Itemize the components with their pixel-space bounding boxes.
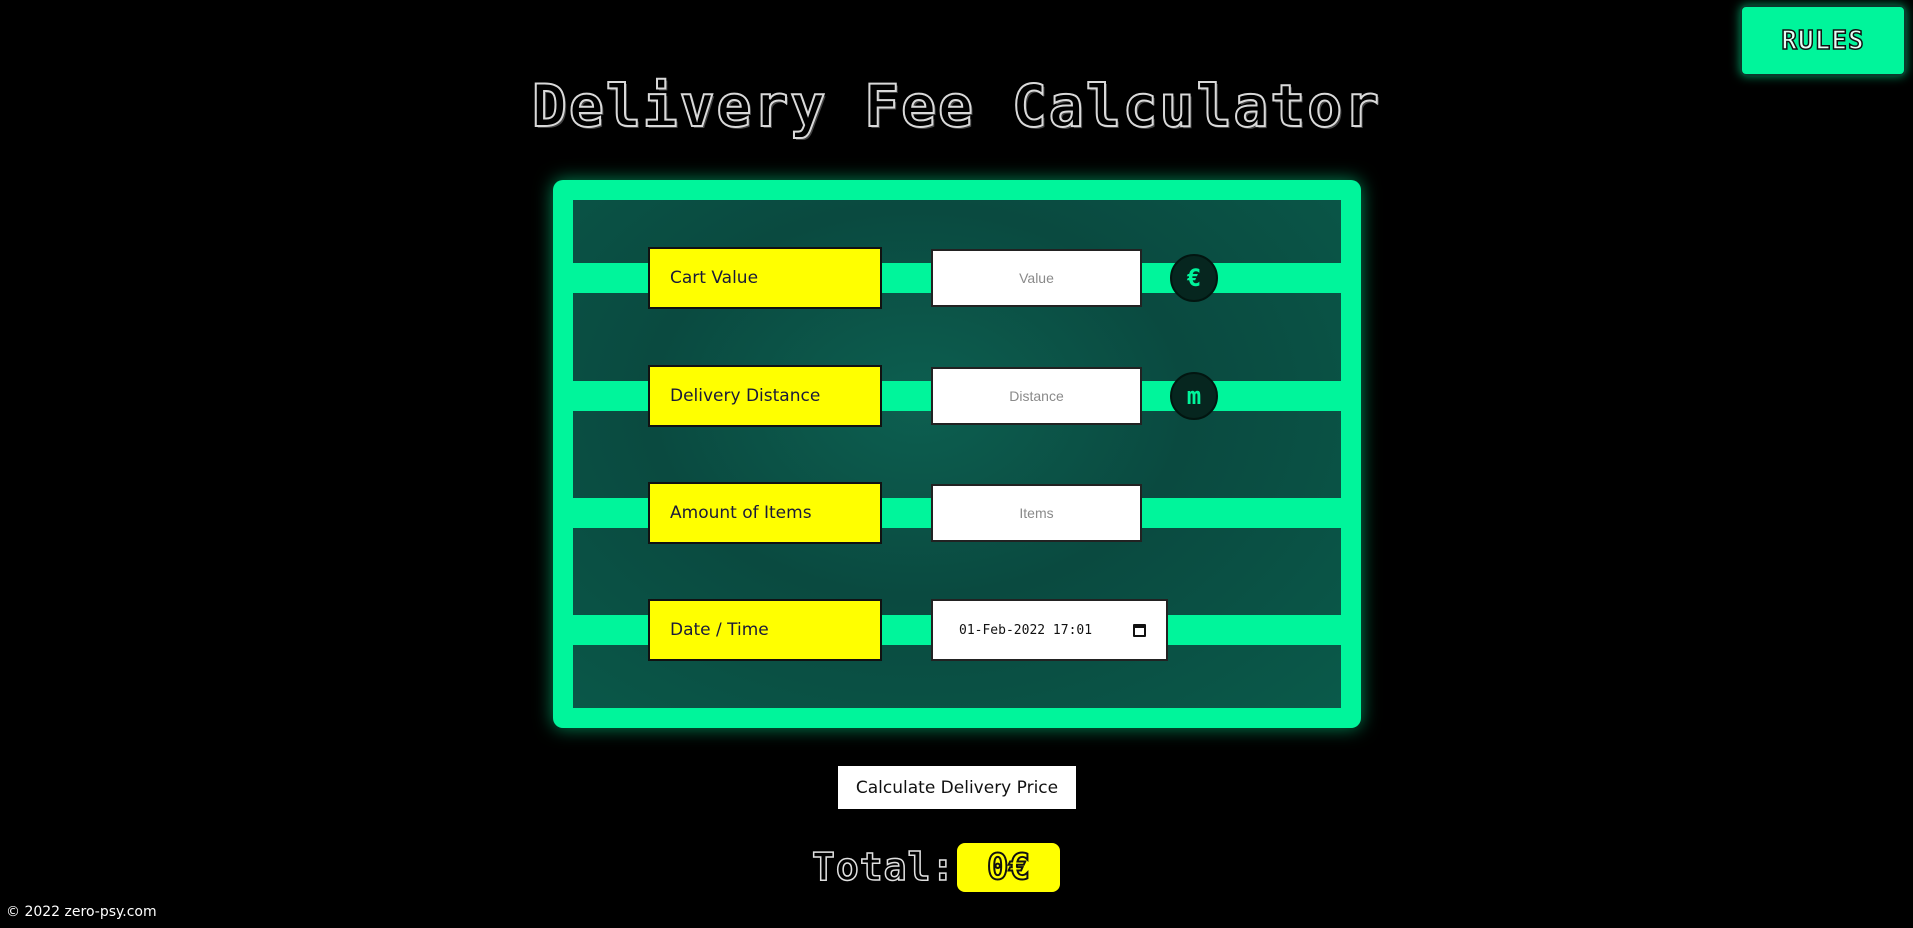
amount-of-items-input[interactable] bbox=[931, 484, 1142, 542]
cart-value-label: Cart Value bbox=[648, 247, 882, 309]
calculate-delivery-price-button[interactable]: Calculate Delivery Price bbox=[838, 766, 1076, 809]
cart-value-input[interactable] bbox=[931, 249, 1142, 307]
calendar-icon[interactable] bbox=[1133, 623, 1146, 637]
delivery-distance-input[interactable] bbox=[931, 367, 1142, 425]
calculator-panel: Cart Value € Delivery Distance m Amount … bbox=[553, 180, 1361, 728]
page: RULES Delivery Fee Calculator Cart Value… bbox=[0, 0, 1913, 928]
date-time-label: Date / Time bbox=[648, 599, 882, 661]
date-time-input[interactable]: 01-Feb-2022 17:01 bbox=[931, 599, 1168, 661]
date-time-value: 01-Feb-2022 17:01 bbox=[959, 622, 1093, 638]
page-title: Delivery Fee Calculator bbox=[531, 71, 1382, 141]
total-label: Total: bbox=[811, 844, 956, 890]
meter-icon: m bbox=[1170, 372, 1218, 420]
rules-button[interactable]: RULES bbox=[1740, 5, 1906, 76]
calculator-panel-inner: Cart Value € Delivery Distance m Amount … bbox=[573, 200, 1341, 708]
footer-copyright: © 2022 zero-psy.com bbox=[6, 904, 157, 920]
delivery-distance-label: Delivery Distance bbox=[648, 365, 882, 427]
amount-of-items-label: Amount of Items bbox=[648, 482, 882, 544]
total-value: 0€ bbox=[957, 843, 1060, 892]
euro-icon: € bbox=[1170, 254, 1218, 302]
